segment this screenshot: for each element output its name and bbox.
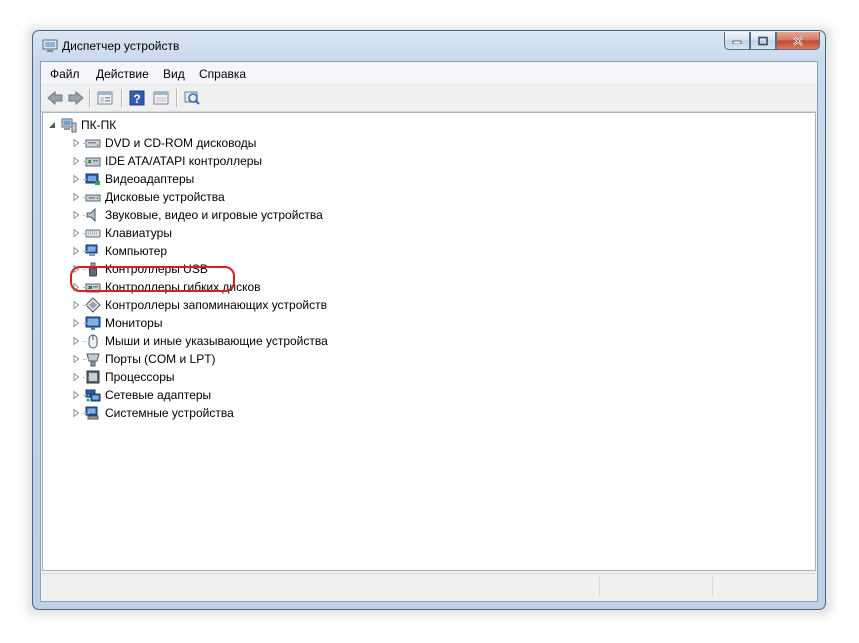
tree-item[interactable]: Контроллеры запоминающих устройств [71, 296, 327, 314]
tree-item[interactable]: Видеоадаптеры [71, 170, 194, 188]
close-button[interactable] [776, 32, 820, 50]
tree-item-label: Звуковые, видео и игровые устройства [105, 208, 323, 222]
tree-item-label: Мониторы [105, 316, 163, 330]
minimize-icon [732, 40, 742, 44]
tree-item-label: Клавиатуры [105, 226, 172, 240]
back-icon[interactable] [46, 90, 64, 106]
expand-arrow-icon[interactable] [71, 210, 81, 220]
expand-arrow-icon[interactable] [71, 156, 81, 166]
tree-item-label: Видеоадаптеры [105, 172, 195, 186]
expand-arrow-icon[interactable] [71, 408, 81, 418]
maximize-icon [758, 36, 768, 45]
help-icon[interactable]: ? [128, 90, 146, 106]
tree-connector [83, 413, 89, 415]
window-title: Диспетчер устройств [62, 39, 180, 53]
tree-connector [83, 215, 89, 217]
expand-arrow-icon[interactable] [71, 390, 81, 400]
window-controls [724, 32, 820, 51]
tree-item-label: Компьютер [105, 244, 168, 258]
tree-root-label: ПК-ПК [81, 118, 117, 132]
tree-item-label: Дисковые устройства [105, 190, 225, 204]
tree-connector [83, 251, 89, 253]
expand-arrow-icon[interactable] [71, 138, 81, 148]
toolbar-separator [176, 89, 178, 107]
tree-item[interactable]: Звуковые, видео и игровые устройства [71, 206, 323, 224]
tree-item[interactable]: Мыши и иные указывающие устройства [71, 332, 328, 350]
expand-arrow-icon[interactable] [71, 372, 81, 382]
collapse-arrow-icon[interactable] [47, 120, 57, 130]
tree-item-label: IDE ATA/ATAPI контроллеры [105, 154, 263, 168]
toolbar-separator [89, 89, 91, 107]
device-manager-icon [42, 39, 58, 52]
tree-connector [83, 179, 89, 181]
minimize-button[interactable] [724, 32, 750, 50]
tree-item[interactable]: Дисковые устройства [71, 188, 225, 206]
tree-item-label: Мыши и иные указывающие устройства [105, 334, 328, 348]
tree-item-label: DVD и CD-ROM дисководы [105, 136, 257, 150]
tree-item-label: Контроллеры запоминающих устройств [105, 298, 327, 312]
tree-item[interactable]: DVD и CD-ROM дисководы [71, 134, 256, 152]
expand-arrow-icon[interactable] [71, 354, 81, 364]
menu-file[interactable]: Файл [50, 67, 80, 81]
tree-connector [83, 305, 89, 307]
tree-connector [83, 233, 89, 235]
tree-connector [83, 359, 89, 361]
tree-item-label: Порты (COM и LPT) [105, 352, 216, 366]
computer-icon [61, 118, 77, 133]
toolbar-separator [121, 89, 123, 107]
device-tree[interactable]: ПК-ПК DVD и CD-ROM дисководы IDE ATA/ATAP… [42, 112, 816, 571]
toolbar: ? [41, 85, 817, 112]
tree-connector [83, 341, 89, 343]
highlight-ring [70, 266, 235, 292]
client-area: Файл Действие Вид Справка ? ПК-ПК DVD и … [40, 61, 818, 602]
close-icon [793, 35, 803, 46]
scan-hardware-icon[interactable] [183, 90, 201, 106]
menu-view[interactable]: Вид [163, 67, 185, 81]
tree-item-label: Процессоры [105, 370, 175, 384]
expand-arrow-icon[interactable] [71, 300, 81, 310]
status-cell [712, 577, 713, 596]
tree-connector [83, 197, 89, 199]
expand-arrow-icon[interactable] [71, 174, 81, 184]
maximize-button[interactable] [750, 32, 776, 50]
menu-action[interactable]: Действие [96, 67, 149, 81]
menu-help[interactable]: Справка [199, 67, 246, 81]
tree-connector [83, 377, 89, 379]
tree-item-label: Системные устройства [105, 406, 234, 420]
expand-arrow-icon[interactable] [71, 336, 81, 346]
tree-item-label: Сетевые адаптеры [105, 388, 212, 402]
tree-connector [83, 161, 89, 163]
expand-arrow-icon[interactable] [71, 228, 81, 238]
menu-bar: Файл Действие Вид Справка [41, 62, 817, 85]
tree-item[interactable]: IDE ATA/ATAPI контроллеры [71, 152, 262, 170]
title-bar[interactable]: Диспетчер устройств [33, 31, 825, 61]
tree-connector [83, 323, 89, 325]
device-manager-window: Диспетчер устройств Файл Действие Вид Сп… [32, 30, 826, 610]
status-bar [42, 573, 816, 600]
expand-arrow-icon[interactable] [71, 246, 81, 256]
show-hide-icon[interactable] [152, 90, 170, 106]
expand-arrow-icon[interactable] [71, 192, 81, 202]
tree-root[interactable]: ПК-ПК [47, 116, 116, 134]
tree-item[interactable]: Системные устройства [71, 404, 234, 422]
expand-arrow-icon[interactable] [71, 318, 81, 328]
tree-connector [83, 395, 89, 397]
svg-text:?: ? [133, 92, 140, 106]
tree-connector [83, 143, 89, 145]
properties-icon[interactable] [96, 90, 114, 106]
tree-item[interactable]: Порты (COM и LPT) [71, 350, 216, 368]
forward-icon[interactable] [67, 90, 85, 106]
status-cell [599, 577, 600, 596]
tree-item[interactable]: Сетевые адаптеры [71, 386, 211, 404]
